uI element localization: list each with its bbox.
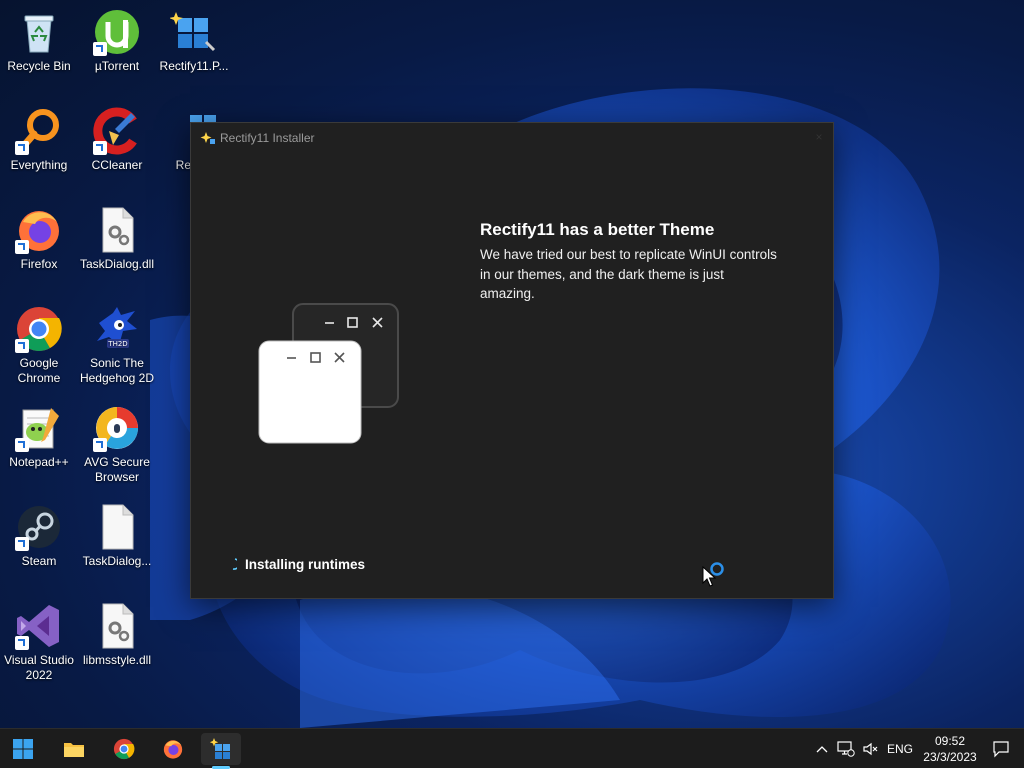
desktop-icon-ccleaner[interactable]: CCleaner — [78, 103, 156, 195]
tray-network[interactable] — [837, 739, 855, 759]
clock-time: 09:52 — [934, 734, 966, 748]
desktop-icon-sonic[interactable]: TH2D Sonic The Hedgehog 2D — [78, 301, 156, 393]
theme-windows-illustration — [258, 303, 399, 444]
desktop-icon-google-chrome[interactable]: Google Chrome — [0, 301, 78, 393]
progress-spinner-icon — [232, 558, 237, 570]
clock[interactable]: 09:52 23/3/2023 — [918, 733, 982, 765]
desktop-icon-everything[interactable]: Everything — [0, 103, 78, 195]
window-title: Rectify11 Installer — [220, 131, 315, 145]
firefox-icon — [163, 740, 183, 759]
taskbar: ENG 09:52 23/3/2023 — [0, 728, 1024, 769]
status-text: Installing runtimes — [245, 556, 366, 572]
page-description: We have tried our best to replicate WinU… — [480, 247, 777, 301]
desktop: Recycle Bin µTorrent Rectify11.P... Ever… — [0, 0, 1024, 728]
status-row: Installing runtimes — [231, 554, 365, 574]
title-bar[interactable]: Rectify11 Installer × — [191, 123, 833, 153]
start-icon — [13, 739, 33, 759]
tray-language[interactable]: ENG — [884, 739, 916, 759]
start-button[interactable] — [3, 733, 43, 765]
dll-file-icon — [102, 603, 134, 649]
desktop-icon-avg-secure-browser[interactable]: AVG Secure Browser — [78, 400, 156, 492]
volume-muted-icon — [863, 742, 878, 756]
tray-overflow-button[interactable] — [814, 739, 830, 759]
rectify11-sparkle-icon — [200, 132, 215, 144]
clock-date: 23/3/2023 — [923, 750, 977, 764]
close-button[interactable]: × — [811, 129, 827, 145]
taskbar-chrome[interactable] — [104, 733, 144, 765]
notification-center-button[interactable] — [990, 739, 1012, 759]
sonic-icon: TH2D — [97, 307, 137, 348]
page-heading: Rectify11 has a better Theme — [480, 220, 715, 239]
file-explorer-icon — [64, 743, 84, 757]
desktop-icon-firefox[interactable]: Firefox — [0, 202, 78, 294]
desktop-icon-recycle-bin[interactable]: Recycle Bin — [0, 4, 78, 96]
chevron-up-icon — [816, 746, 828, 753]
taskbar-rectify11-installer[interactable] — [201, 733, 241, 765]
taskbar-file-explorer[interactable] — [54, 733, 94, 765]
chrome-icon — [113, 738, 135, 760]
desktop-icon-libmsstyle-dll[interactable]: libmsstyle.dll — [78, 598, 156, 690]
desktop-icon-taskdialog[interactable]: TaskDialog... — [78, 499, 156, 591]
network-icon — [837, 741, 855, 757]
rectify11-installer-icon — [210, 738, 230, 759]
blank-file-icon — [102, 504, 134, 550]
desktop-icon-utorrent[interactable]: µTorrent — [78, 4, 156, 96]
installer-window[interactable]: Rectify11 Installer × Rectify11 has a be… — [190, 122, 834, 599]
notification-icon — [993, 741, 1009, 758]
svg-text:TH2D: TH2D — [107, 340, 127, 348]
desktop-icon-visual-studio[interactable]: Visual Studio 2022 — [0, 598, 78, 690]
recycle-bin-icon — [24, 15, 54, 53]
dll-file-icon — [102, 207, 134, 253]
desktop-icon-taskdialog-dll[interactable]: TaskDialog.dll — [78, 202, 156, 294]
desktop-icon-notepadpp[interactable]: Notepad++ — [0, 400, 78, 492]
rectify11-icon — [170, 12, 216, 52]
desktop-icon-rectify11-p[interactable]: Rectify11.P... — [155, 4, 233, 96]
desktop-icon-steam[interactable]: Steam — [0, 499, 78, 591]
taskbar-firefox[interactable] — [153, 733, 193, 765]
mouse-cursor-icon — [702, 566, 716, 587]
tray-volume[interactable] — [862, 739, 880, 759]
